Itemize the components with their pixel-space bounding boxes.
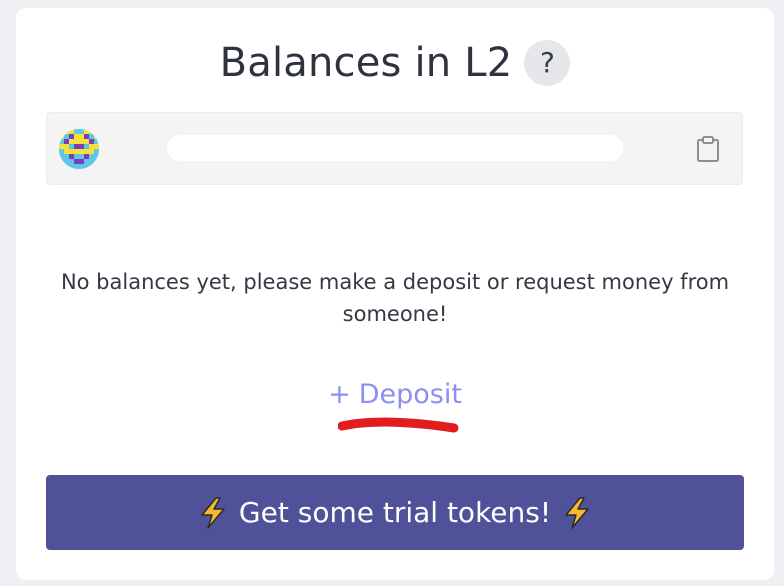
account-address-bar	[46, 112, 743, 185]
lightning-icon	[565, 496, 589, 529]
title-row: Balances in L2 ?	[16, 40, 774, 86]
lightning-icon	[201, 496, 225, 529]
copy-address-button[interactable]	[696, 136, 720, 162]
identicon-avatar	[59, 129, 99, 169]
address-text	[167, 135, 623, 161]
plus-icon: +	[328, 379, 351, 410]
page-title: Balances in L2	[219, 40, 513, 86]
balances-card: Balances in L2 ? No balances yet, please…	[16, 8, 774, 580]
clipboard-icon	[697, 136, 719, 162]
empty-balances-message: No balances yet, please make a deposit o…	[60, 270, 730, 326]
question-mark-icon: ?	[539, 46, 555, 79]
get-trial-tokens-button[interactable]: Get some trial tokens!	[46, 475, 744, 550]
avatar	[59, 129, 99, 169]
deposit-label: Deposit	[358, 379, 462, 410]
trial-button-label: Get some trial tokens!	[238, 496, 552, 529]
deposit-link[interactable]: + Deposit	[16, 380, 774, 410]
help-button[interactable]: ?	[524, 40, 571, 86]
red-underline-annotation	[338, 417, 459, 433]
